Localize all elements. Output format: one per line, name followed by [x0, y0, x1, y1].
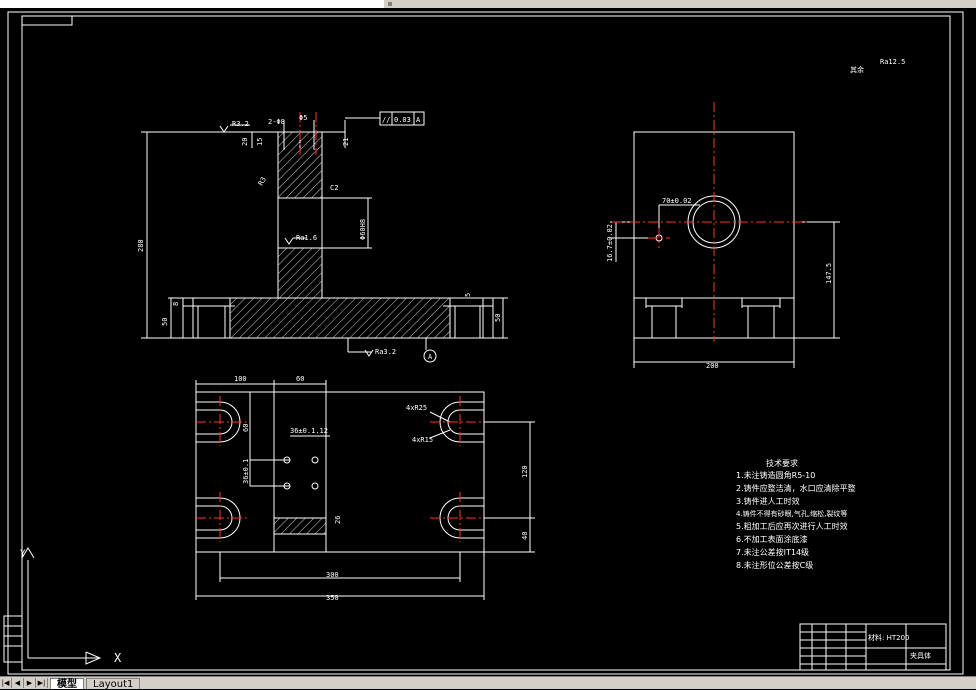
- dim-147-5: 147.5: [825, 263, 833, 284]
- top-view: [195, 380, 535, 600]
- tech-req-3: 3.铸件进人工时效: [736, 496, 800, 506]
- title-block: [799, 623, 947, 671]
- drawing-canvas[interactable]: 2-Φ8 Φ5 R3.2 20 15 21 C2 R3 Φ60H8 Ra1.6 …: [0, 0, 976, 676]
- dim-40: 40: [521, 532, 529, 540]
- tab-layout1[interactable]: Layout1: [86, 677, 141, 690]
- title-block-material: 材料: HT200: [868, 633, 909, 642]
- dim-350: 350: [326, 594, 339, 602]
- tech-req-8: 8.未注形位公差按C级: [736, 560, 813, 570]
- dim-2-phi8: 2-Φ8: [268, 118, 285, 126]
- dim-60-top: 60: [296, 375, 304, 383]
- dim-26: 26: [334, 516, 342, 524]
- dim-5: 5: [464, 293, 472, 297]
- side-view: [610, 131, 840, 368]
- dim-36-112: 36±0.1.12: [290, 427, 328, 435]
- left-panel: [3, 615, 23, 663]
- tech-req-5: 5.粗加工后应再次进行人工时效: [736, 521, 848, 531]
- dim-phi60: Φ60H8: [359, 219, 367, 240]
- dim-16-7: 16.7±0.02: [606, 224, 614, 262]
- inner-frame: [21, 15, 951, 671]
- dim-60-left: 60: [242, 424, 250, 432]
- dim-50-left: 50: [161, 318, 169, 326]
- tech-req-7: 7.未注公差按IT14级: [736, 547, 809, 557]
- dim-200: 200: [706, 362, 719, 370]
- dim-ra16: Ra1.6: [296, 234, 317, 242]
- ucs-x-label: X: [114, 651, 122, 665]
- tol-value: 0.03: [394, 116, 411, 124]
- tech-req-6: 6.不加工表面涂底漆: [736, 534, 808, 544]
- last-tab-button[interactable]: ▶|: [36, 678, 48, 688]
- outer-frame: [7, 11, 964, 675]
- dim-300: 300: [326, 571, 339, 579]
- dim-20: 20: [241, 138, 249, 146]
- dim-c2: C2: [330, 184, 338, 192]
- dim-r3: R3: [257, 176, 268, 187]
- dim-280: 280: [137, 239, 145, 252]
- title-block-part-name: 夹具体: [910, 651, 931, 660]
- dim-15: 15: [256, 138, 264, 146]
- corner-box: [21, 15, 73, 26]
- dim-21: 21: [342, 138, 350, 146]
- tol-datum: A: [416, 116, 421, 124]
- tech-req-4: 4.铸件不得有砂眼,气孔,缩松,裂纹等: [736, 509, 847, 518]
- ucs-icon: [21, 547, 102, 665]
- other-surfaces-ra: Ra12.5: [880, 58, 905, 66]
- next-tab-button[interactable]: ▶: [24, 678, 36, 688]
- other-surfaces-label: 其余: [850, 65, 864, 74]
- dim-50-right: 50: [494, 314, 502, 322]
- dim-4xr15: 4xR15: [412, 436, 433, 444]
- dim-70: 70±0.02: [662, 197, 692, 205]
- ucs-y-label: Y: [20, 549, 26, 559]
- prev-tab-button[interactable]: ◀: [12, 678, 24, 688]
- dim-120: 120: [521, 465, 529, 478]
- front-view: [141, 111, 508, 363]
- tech-req-title: 技术要求: [766, 458, 798, 468]
- tech-req-2: 2.铸件应整洁清，水口应清除平整: [736, 483, 856, 493]
- dim-ra-bottom: Ra3.2: [375, 348, 396, 356]
- dim-8: 8: [172, 302, 180, 306]
- dim-36-01: 36±0.1: [242, 459, 250, 484]
- layout-tab-bar: |◀ ◀ ▶ ▶| 模型 Layout1: [0, 676, 976, 690]
- datum-a: A: [428, 353, 433, 361]
- dim-100: 100: [234, 375, 247, 383]
- dim-phi5: Φ5: [299, 114, 307, 122]
- tab-model[interactable]: 模型: [50, 677, 84, 690]
- dim-4xr25: 4xR25: [406, 404, 427, 412]
- tech-req-1: 1.未注铸造圆角R5-10: [736, 470, 815, 480]
- tol-symbol: //: [382, 116, 390, 124]
- first-tab-button[interactable]: |◀: [0, 678, 12, 688]
- dim-ra-top: R3.2: [232, 120, 249, 128]
